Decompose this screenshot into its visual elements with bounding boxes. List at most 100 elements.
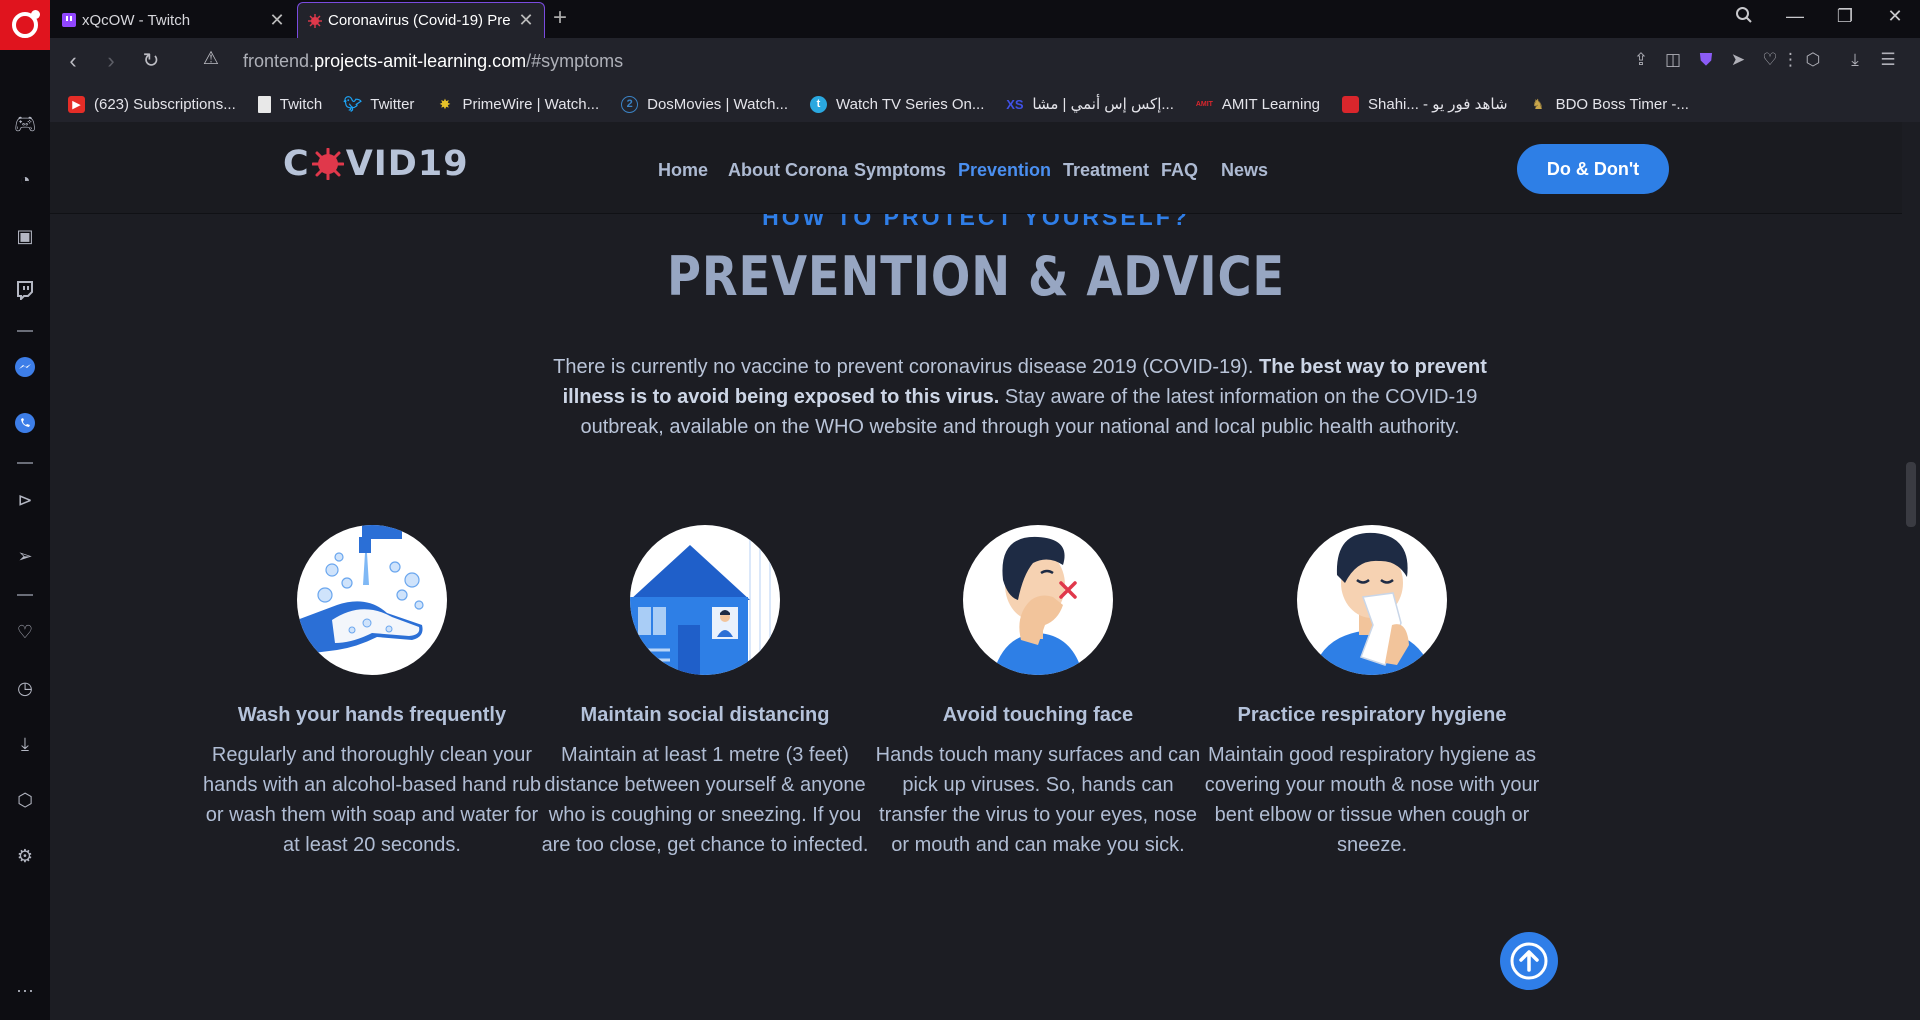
bookmark-primewire[interactable]: ✸ PrimeWire | Watch...: [436, 96, 599, 113]
nav-news[interactable]: News: [1221, 160, 1268, 181]
close-tab-icon[interactable]: ✕: [518, 10, 534, 31]
sidebar-separator: [17, 594, 33, 596]
whatsapp-icon[interactable]: [13, 412, 37, 436]
card-text: Maintain good respiratory hygiene as cov…: [1204, 744, 1540, 856]
do-and-dont-button[interactable]: Do & Don't: [1517, 144, 1669, 194]
site-header: C VID19 Home About Corona Symptoms Preve…: [50, 122, 1902, 214]
tab-strip: xQcOW - Twitch ✕ Coronavirus (Covid-19) …: [0, 0, 1920, 50]
prevention-card-avoid-face: Avoid touching face Hands touch many sur…: [868, 525, 1208, 860]
bookmark-xs[interactable]: XS إكس إس أنمي | مشا...: [1006, 95, 1174, 113]
virus-logo-icon: [311, 147, 345, 181]
bookmark-twitch[interactable]: Twitch: [257, 95, 322, 113]
tab-twitch[interactable]: xQcOW - Twitch ✕: [52, 2, 295, 38]
bookmark-twitter[interactable]: 🐦︎ Twitter: [343, 96, 414, 114]
vpn-shield-icon[interactable]: ⛊: [1695, 50, 1717, 72]
card-title: Maintain social distancing: [580, 704, 830, 726]
url-field[interactable]: frontend.projects-amit-learning.com/#sym…: [243, 51, 623, 72]
nav-home[interactable]: Home: [658, 160, 708, 181]
download-icon[interactable]: ⤓: [1844, 50, 1866, 72]
page-scrollbar[interactable]: [1902, 122, 1920, 1020]
camera-icon[interactable]: ◫: [1662, 50, 1684, 72]
separator: ⋮: [1782, 50, 1799, 69]
card-title: Wash your hands frequently: [237, 704, 507, 726]
youtube-icon: ▶: [68, 95, 85, 113]
bookmark-bdo[interactable]: ♞ BDO Boss Timer -...: [1530, 96, 1689, 113]
handwashing-illustration: [297, 525, 447, 675]
card-text: Maintain at least 1 metre (3 feet) dista…: [541, 744, 869, 856]
prevention-card-handwashing: Wash your hands frequently Regularly and…: [202, 525, 542, 860]
amit-icon: AMIT: [1195, 100, 1213, 108]
card-text: Regularly and thoroughly clean your hand…: [202, 744, 542, 856]
bdo-icon: ♞: [1531, 95, 1545, 112]
house-illustration: [630, 525, 780, 675]
virus-icon: [308, 13, 322, 28]
no-face-touch-illustration: [963, 525, 1113, 675]
minimize-button[interactable]: —: [1775, 6, 1815, 27]
back-button[interactable]: ‹: [58, 48, 88, 74]
nav-treatment[interactable]: Treatment: [1063, 160, 1149, 181]
bookmark-shahid[interactable]: Shahi... - شاهد فور يو: [1342, 95, 1508, 113]
speedometer-icon[interactable]: ◔: [13, 168, 37, 192]
opera-logo-icon: [12, 10, 40, 38]
bookmark-dosmovies[interactable]: 2 DosMovies | Watch...: [621, 95, 788, 113]
page-icon: [257, 95, 271, 113]
reload-button[interactable]: ↻: [136, 48, 166, 73]
site-logo[interactable]: C VID19: [283, 144, 469, 184]
sidebar-separator: [17, 330, 33, 332]
twitter-icon: 🐦︎: [343, 96, 363, 113]
xs-icon: XS: [1006, 96, 1024, 112]
opera-menu-button[interactable]: [0, 0, 50, 50]
shahid-icon: [1342, 95, 1359, 113]
scrollbar-thumb[interactable]: [1906, 462, 1916, 527]
dosmovies-icon: 2: [621, 95, 639, 113]
bookmark-youtube[interactable]: ▶ (623) Subscriptions...: [68, 95, 236, 113]
scroll-to-top-button[interactable]: [1500, 932, 1558, 990]
settings-gear-icon[interactable]: ⚙: [13, 844, 37, 868]
twitch-sidebar-icon[interactable]: [13, 280, 37, 304]
gamepad-icon[interactable]: 🎮︎: [13, 112, 37, 136]
card-title: Practice respiratory hygiene: [1237, 704, 1507, 726]
close-window-button[interactable]: ✕: [1875, 6, 1915, 27]
new-tab-button[interactable]: +: [553, 4, 567, 32]
nav-faq[interactable]: FAQ: [1161, 160, 1198, 181]
history-icon[interactable]: ◷: [13, 676, 37, 700]
nav-symptoms[interactable]: Symptoms: [854, 160, 946, 181]
bookmarks-heart-icon[interactable]: ♡: [13, 620, 37, 644]
briefcase-icon[interactable]: ▣: [13, 224, 37, 248]
nav-about-corona[interactable]: About Corona: [728, 160, 848, 181]
player-icon[interactable]: ⊳: [13, 488, 37, 512]
twitch-icon: [62, 13, 76, 27]
menu-icon[interactable]: ☰: [1877, 50, 1899, 72]
arrow-up-circle-icon: [1510, 942, 1548, 980]
tab-title: Coronavirus (Covid-19) Pre: [328, 12, 511, 29]
restore-button[interactable]: ❐: [1825, 6, 1865, 27]
search-tabs-icon[interactable]: [1724, 6, 1764, 29]
heart-icon[interactable]: ♡: [1759, 50, 1781, 72]
share-icon[interactable]: ⇪: [1630, 50, 1652, 72]
tv-icon: t: [810, 95, 827, 113]
close-tab-icon[interactable]: ✕: [269, 10, 285, 31]
more-options-icon[interactable]: ···: [13, 978, 37, 1002]
prevention-card-respiratory: Practice respiratory hygiene Maintain go…: [1202, 525, 1542, 860]
bookmark-watchtv[interactable]: t Watch TV Series On...: [810, 95, 984, 113]
card-text: Hands touch many surfaces and can pick u…: [875, 744, 1201, 856]
bookmarks-bar: ▶ (623) Subscriptions... Twitch 🐦︎ Twitter…: [50, 86, 1920, 122]
flow-send-icon[interactable]: ➢: [13, 544, 37, 568]
section-intro: There is currently no vaccine to prevent…: [553, 356, 1487, 438]
warning-icon[interactable]: ⚠: [196, 48, 226, 69]
browser-sidebar: 🎮︎ ◔ ▣ ⊳ ➢ ♡ ◷ ⤓ ⬡ ⚙ ···: [0, 50, 50, 1020]
nav-prevention[interactable]: Prevention: [958, 160, 1051, 181]
page-viewport: C VID19 Home About Corona Symptoms Preve…: [50, 122, 1902, 1020]
card-title: Avoid touching face: [942, 704, 1134, 726]
cube-icon[interactable]: ⬡: [1802, 50, 1824, 72]
prevention-card-social-distancing: Maintain social distancing Maintain at l…: [535, 525, 875, 860]
downloads-icon[interactable]: ⤓: [13, 732, 37, 756]
extensions-cube-icon[interactable]: ⬡: [13, 788, 37, 812]
primewire-icon: ✸: [439, 95, 451, 112]
send-icon[interactable]: ➤: [1727, 50, 1749, 72]
sidebar-separator: [17, 462, 33, 464]
forward-button[interactable]: ›: [96, 48, 126, 74]
bookmark-amit[interactable]: AMIT AMIT Learning: [1196, 96, 1320, 113]
tab-coronavirus[interactable]: Coronavirus (Covid-19) Pre ✕: [297, 2, 545, 38]
messenger-icon[interactable]: [13, 356, 37, 380]
